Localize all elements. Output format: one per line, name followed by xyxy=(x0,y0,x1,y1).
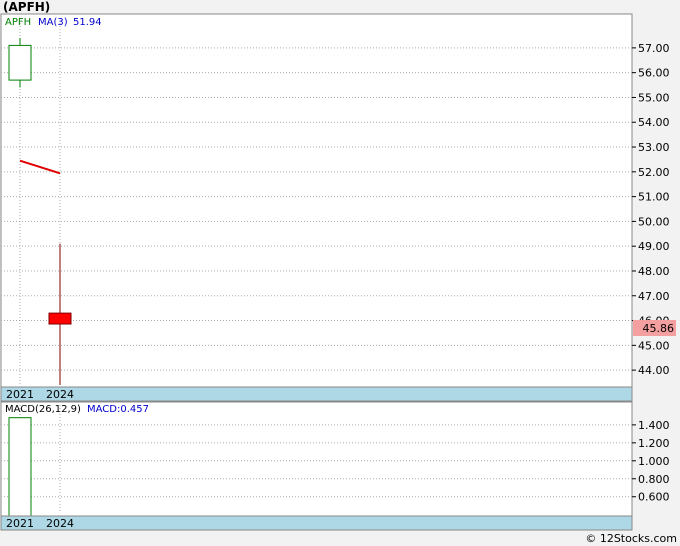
macd-y-tick-label: 1.200 xyxy=(638,437,670,450)
candle-body xyxy=(8,44,32,81)
price-y-tick-label: 47.00 xyxy=(638,290,670,303)
macd-y-tick-label: 1.400 xyxy=(638,419,670,432)
macd-y-axis: 1.400 1.200 1.000 0.800 0.600 xyxy=(632,419,670,504)
price-y-tick-label: 54.00 xyxy=(638,116,670,129)
macd-y-tick-label: 0.800 xyxy=(638,473,670,486)
price-y-tick-label: 48.00 xyxy=(638,265,670,278)
price-legend-ma-label: MA(3) xyxy=(38,17,68,28)
macd-x-tick-label: 2021 xyxy=(6,517,34,530)
price-legend-symbol: APFH xyxy=(5,17,31,28)
macd-panel xyxy=(0,401,633,531)
last-price-tag: 45.86 xyxy=(633,320,676,336)
macd-y-tick-label: 1.000 xyxy=(638,455,670,468)
macd-legend-label: MACD(26,12,9) xyxy=(5,404,81,415)
macd-y-tick-label: 0.600 xyxy=(638,491,670,504)
macd-x-tick-label: 2024 xyxy=(46,517,74,530)
last-price-tag-text: 45.86 xyxy=(643,322,675,335)
price-y-tick-label: 52.00 xyxy=(638,166,670,179)
price-y-tick-label: 57.00 xyxy=(638,42,670,55)
candle-body xyxy=(48,312,72,325)
price-y-tick-label: 55.00 xyxy=(638,91,670,104)
price-panel xyxy=(0,13,633,402)
price-y-tick-label: 53.00 xyxy=(638,141,670,154)
price-y-tick-label: 45.00 xyxy=(638,339,670,352)
macd-bar xyxy=(8,417,32,517)
macd-x-axis-band xyxy=(0,515,633,531)
macd-legend-value: MACD:0.457 xyxy=(87,404,149,415)
macd-marks xyxy=(8,417,32,517)
stock-chart: 57.00 56.00 55.00 54.00 53.00 52.00 51.00 50.00… xyxy=(0,13,676,531)
price-x-axis-band xyxy=(0,386,633,402)
price-y-tick-label: 50.00 xyxy=(638,215,670,228)
price-legend-ma-value: 51.94 xyxy=(73,17,102,28)
price-y-tick-label: 51.00 xyxy=(638,191,670,204)
price-y-tick-label: 49.00 xyxy=(638,240,670,253)
price-x-tick-label: 2021 xyxy=(6,388,34,401)
price-x-tick-label: 2024 xyxy=(46,388,74,401)
price-y-tick-label: 44.00 xyxy=(638,364,670,377)
price-y-tick-label: 56.00 xyxy=(638,67,670,80)
site-credit: © 12Stocks.com xyxy=(585,532,677,545)
